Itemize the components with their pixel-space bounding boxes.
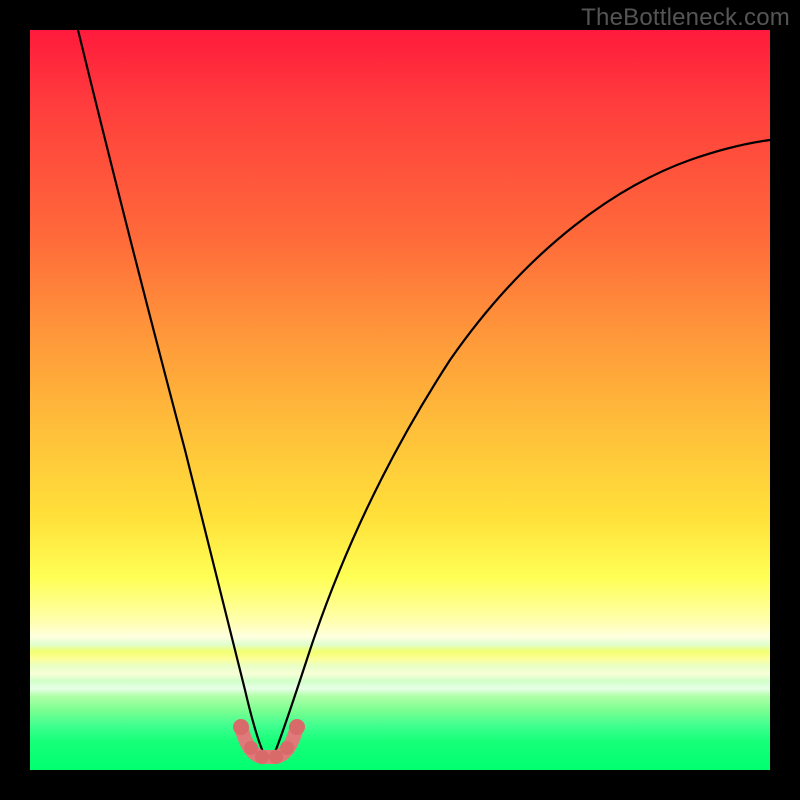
bottom-marker-dot-br [269, 750, 283, 764]
bottom-marker-dot-bl [255, 750, 269, 764]
bottom-marker-dot-right [289, 719, 305, 735]
bottom-marker-dot-ml [244, 741, 258, 755]
left-branch-line [78, 30, 263, 752]
watermark-label: TheBottleneck.com [581, 4, 790, 32]
plot-area [30, 30, 770, 770]
bottom-marker-dot-mr [280, 741, 294, 755]
curve-layer [30, 30, 770, 770]
right-branch-line [275, 140, 770, 752]
chart-frame: TheBottleneck.com [0, 0, 800, 800]
bottom-marker-dot-left [233, 719, 249, 735]
